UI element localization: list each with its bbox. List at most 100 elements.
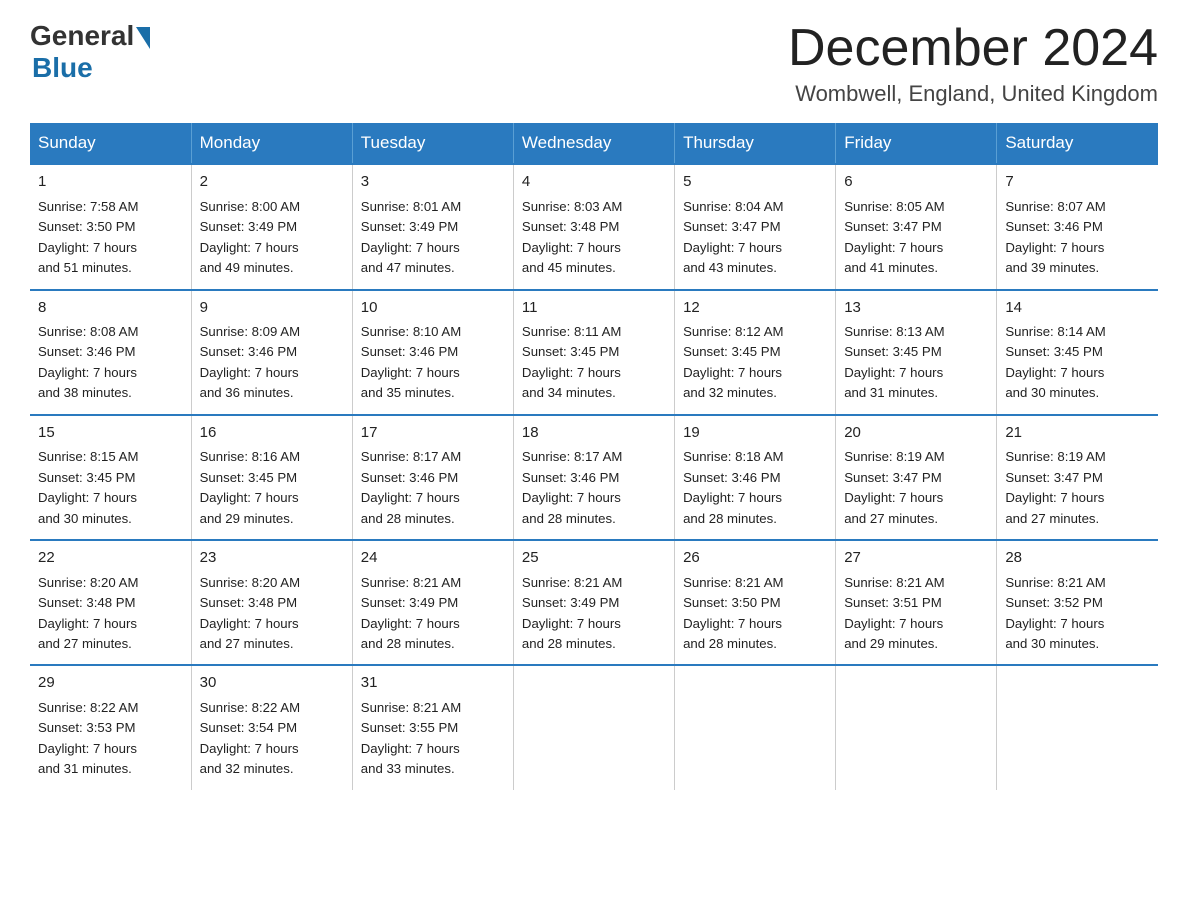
day-info: Sunrise: 8:17 AM Sunset: 3:46 PM Dayligh… <box>522 447 666 529</box>
day-number: 9 <box>200 297 344 320</box>
calendar-cell: 1Sunrise: 7:58 AM Sunset: 3:50 PM Daylig… <box>30 164 191 289</box>
day-info: Sunrise: 8:11 AM Sunset: 3:45 PM Dayligh… <box>522 322 666 404</box>
day-info: Sunrise: 8:19 AM Sunset: 3:47 PM Dayligh… <box>1005 447 1150 529</box>
day-number: 8 <box>38 297 183 320</box>
day-info: Sunrise: 8:00 AM Sunset: 3:49 PM Dayligh… <box>200 197 344 279</box>
calendar-cell: 2 Sunrise: 8:00 AM Sunset: 3:49 PM Daylig… <box>191 164 352 289</box>
day-number: 2 <box>200 171 344 194</box>
day-info: Sunrise: 8:03 AM Sunset: 3:48 PM Dayligh… <box>522 197 666 279</box>
calendar-cell: 8Sunrise: 8:08 AM Sunset: 3:46 PM Daylig… <box>30 290 191 415</box>
day-number: 18 <box>522 422 666 445</box>
day-number: 13 <box>844 297 988 320</box>
calendar-cell <box>513 665 674 789</box>
calendar-cell: 3 Sunrise: 8:01 AM Sunset: 3:49 PM Daylig… <box>352 164 513 289</box>
logo-general-text: General <box>30 20 134 52</box>
day-number: 15 <box>38 422 183 445</box>
calendar-table: SundayMondayTuesdayWednesdayThursdayFrid… <box>30 123 1158 790</box>
day-info: Sunrise: 8:20 AM Sunset: 3:48 PM Dayligh… <box>38 573 183 655</box>
day-number: 29 <box>38 672 183 695</box>
logo-blue-text: Blue <box>32 52 93 84</box>
day-number: 24 <box>361 547 505 570</box>
day-number: 19 <box>683 422 827 445</box>
calendar-cell: 23 Sunrise: 8:20 AM Sunset: 3:48 PM Dayli… <box>191 540 352 665</box>
day-info: Sunrise: 8:01 AM Sunset: 3:49 PM Dayligh… <box>361 197 505 279</box>
day-info: Sunrise: 8:22 AM Sunset: 3:54 PM Dayligh… <box>200 698 344 780</box>
calendar-week-row: 15Sunrise: 8:15 AM Sunset: 3:45 PM Dayli… <box>30 415 1158 540</box>
day-info: Sunrise: 8:13 AM Sunset: 3:45 PM Dayligh… <box>844 322 988 404</box>
day-number: 12 <box>683 297 827 320</box>
day-number: 5 <box>683 171 827 194</box>
day-number: 14 <box>1005 297 1150 320</box>
calendar-cell: 25Sunrise: 8:21 AM Sunset: 3:49 PM Dayli… <box>513 540 674 665</box>
column-header-friday: Friday <box>836 123 997 164</box>
day-number: 3 <box>361 171 505 194</box>
day-number: 26 <box>683 547 827 570</box>
day-info: Sunrise: 7:58 AM Sunset: 3:50 PM Dayligh… <box>38 197 183 279</box>
day-number: 22 <box>38 547 183 570</box>
calendar-cell: 15Sunrise: 8:15 AM Sunset: 3:45 PM Dayli… <box>30 415 191 540</box>
calendar-cell: 16Sunrise: 8:16 AM Sunset: 3:45 PM Dayli… <box>191 415 352 540</box>
day-info: Sunrise: 8:14 AM Sunset: 3:45 PM Dayligh… <box>1005 322 1150 404</box>
day-info: Sunrise: 8:22 AM Sunset: 3:53 PM Dayligh… <box>38 698 183 780</box>
day-info: Sunrise: 8:12 AM Sunset: 3:45 PM Dayligh… <box>683 322 827 404</box>
calendar-cell: 24 Sunrise: 8:21 AM Sunset: 3:49 PM Dayli… <box>352 540 513 665</box>
column-header-thursday: Thursday <box>675 123 836 164</box>
day-number: 16 <box>200 422 344 445</box>
logo-triangle-icon <box>136 27 150 49</box>
calendar-week-row: 22 Sunrise: 8:20 AM Sunset: 3:48 PM Dayli… <box>30 540 1158 665</box>
calendar-cell: 9Sunrise: 8:09 AM Sunset: 3:46 PM Daylig… <box>191 290 352 415</box>
day-info: Sunrise: 8:21 AM Sunset: 3:50 PM Dayligh… <box>683 573 827 655</box>
day-info: Sunrise: 8:18 AM Sunset: 3:46 PM Dayligh… <box>683 447 827 529</box>
day-info: Sunrise: 8:16 AM Sunset: 3:45 PM Dayligh… <box>200 447 344 529</box>
day-info: Sunrise: 8:10 AM Sunset: 3:46 PM Dayligh… <box>361 322 505 404</box>
day-number: 23 <box>200 547 344 570</box>
day-info: Sunrise: 8:04 AM Sunset: 3:47 PM Dayligh… <box>683 197 827 279</box>
calendar-cell: 20Sunrise: 8:19 AM Sunset: 3:47 PM Dayli… <box>836 415 997 540</box>
calendar-cell: 19Sunrise: 8:18 AM Sunset: 3:46 PM Dayli… <box>675 415 836 540</box>
calendar-cell: 21Sunrise: 8:19 AM Sunset: 3:47 PM Dayli… <box>997 415 1158 540</box>
title-section: December 2024 Wombwell, England, United … <box>788 20 1158 107</box>
day-number: 4 <box>522 171 666 194</box>
calendar-week-row: 8Sunrise: 8:08 AM Sunset: 3:46 PM Daylig… <box>30 290 1158 415</box>
calendar-cell: 30 Sunrise: 8:22 AM Sunset: 3:54 PM Dayli… <box>191 665 352 789</box>
calendar-cell: 17Sunrise: 8:17 AM Sunset: 3:46 PM Dayli… <box>352 415 513 540</box>
calendar-cell: 28Sunrise: 8:21 AM Sunset: 3:52 PM Dayli… <box>997 540 1158 665</box>
day-number: 7 <box>1005 171 1150 194</box>
calendar-header-row: SundayMondayTuesdayWednesdayThursdayFrid… <box>30 123 1158 164</box>
calendar-cell <box>836 665 997 789</box>
column-header-monday: Monday <box>191 123 352 164</box>
day-number: 11 <box>522 297 666 320</box>
calendar-cell: 10Sunrise: 8:10 AM Sunset: 3:46 PM Dayli… <box>352 290 513 415</box>
calendar-cell: 13Sunrise: 8:13 AM Sunset: 3:45 PM Dayli… <box>836 290 997 415</box>
day-number: 25 <box>522 547 666 570</box>
calendar-cell: 14Sunrise: 8:14 AM Sunset: 3:45 PM Dayli… <box>997 290 1158 415</box>
calendar-cell: 22 Sunrise: 8:20 AM Sunset: 3:48 PM Dayli… <box>30 540 191 665</box>
day-info: Sunrise: 8:19 AM Sunset: 3:47 PM Dayligh… <box>844 447 988 529</box>
day-info: Sunrise: 8:21 AM Sunset: 3:51 PM Dayligh… <box>844 573 988 655</box>
day-info: Sunrise: 8:20 AM Sunset: 3:48 PM Dayligh… <box>200 573 344 655</box>
day-info: Sunrise: 8:15 AM Sunset: 3:45 PM Dayligh… <box>38 447 183 529</box>
calendar-cell <box>997 665 1158 789</box>
page-header: General Blue December 2024 Wombwell, Eng… <box>30 20 1158 107</box>
day-info: Sunrise: 8:05 AM Sunset: 3:47 PM Dayligh… <box>844 197 988 279</box>
column-header-tuesday: Tuesday <box>352 123 513 164</box>
calendar-cell: 4 Sunrise: 8:03 AM Sunset: 3:48 PM Daylig… <box>513 164 674 289</box>
day-number: 31 <box>361 672 505 695</box>
calendar-cell: 5 Sunrise: 8:04 AM Sunset: 3:47 PM Daylig… <box>675 164 836 289</box>
calendar-cell: 18Sunrise: 8:17 AM Sunset: 3:46 PM Dayli… <box>513 415 674 540</box>
day-info: Sunrise: 8:17 AM Sunset: 3:46 PM Dayligh… <box>361 447 505 529</box>
page-title: December 2024 <box>788 20 1158 77</box>
day-info: Sunrise: 8:07 AM Sunset: 3:46 PM Dayligh… <box>1005 197 1150 279</box>
column-header-wednesday: Wednesday <box>513 123 674 164</box>
day-info: Sunrise: 8:21 AM Sunset: 3:49 PM Dayligh… <box>361 573 505 655</box>
day-number: 17 <box>361 422 505 445</box>
day-number: 6 <box>844 171 988 194</box>
calendar-cell: 12Sunrise: 8:12 AM Sunset: 3:45 PM Dayli… <box>675 290 836 415</box>
calendar-week-row: 29 Sunrise: 8:22 AM Sunset: 3:53 PM Dayli… <box>30 665 1158 789</box>
day-info: Sunrise: 8:21 AM Sunset: 3:55 PM Dayligh… <box>361 698 505 780</box>
calendar-cell: 26 Sunrise: 8:21 AM Sunset: 3:50 PM Dayli… <box>675 540 836 665</box>
day-info: Sunrise: 8:08 AM Sunset: 3:46 PM Dayligh… <box>38 322 183 404</box>
day-number: 21 <box>1005 422 1150 445</box>
calendar-cell: 6 Sunrise: 8:05 AM Sunset: 3:47 PM Daylig… <box>836 164 997 289</box>
day-number: 30 <box>200 672 344 695</box>
